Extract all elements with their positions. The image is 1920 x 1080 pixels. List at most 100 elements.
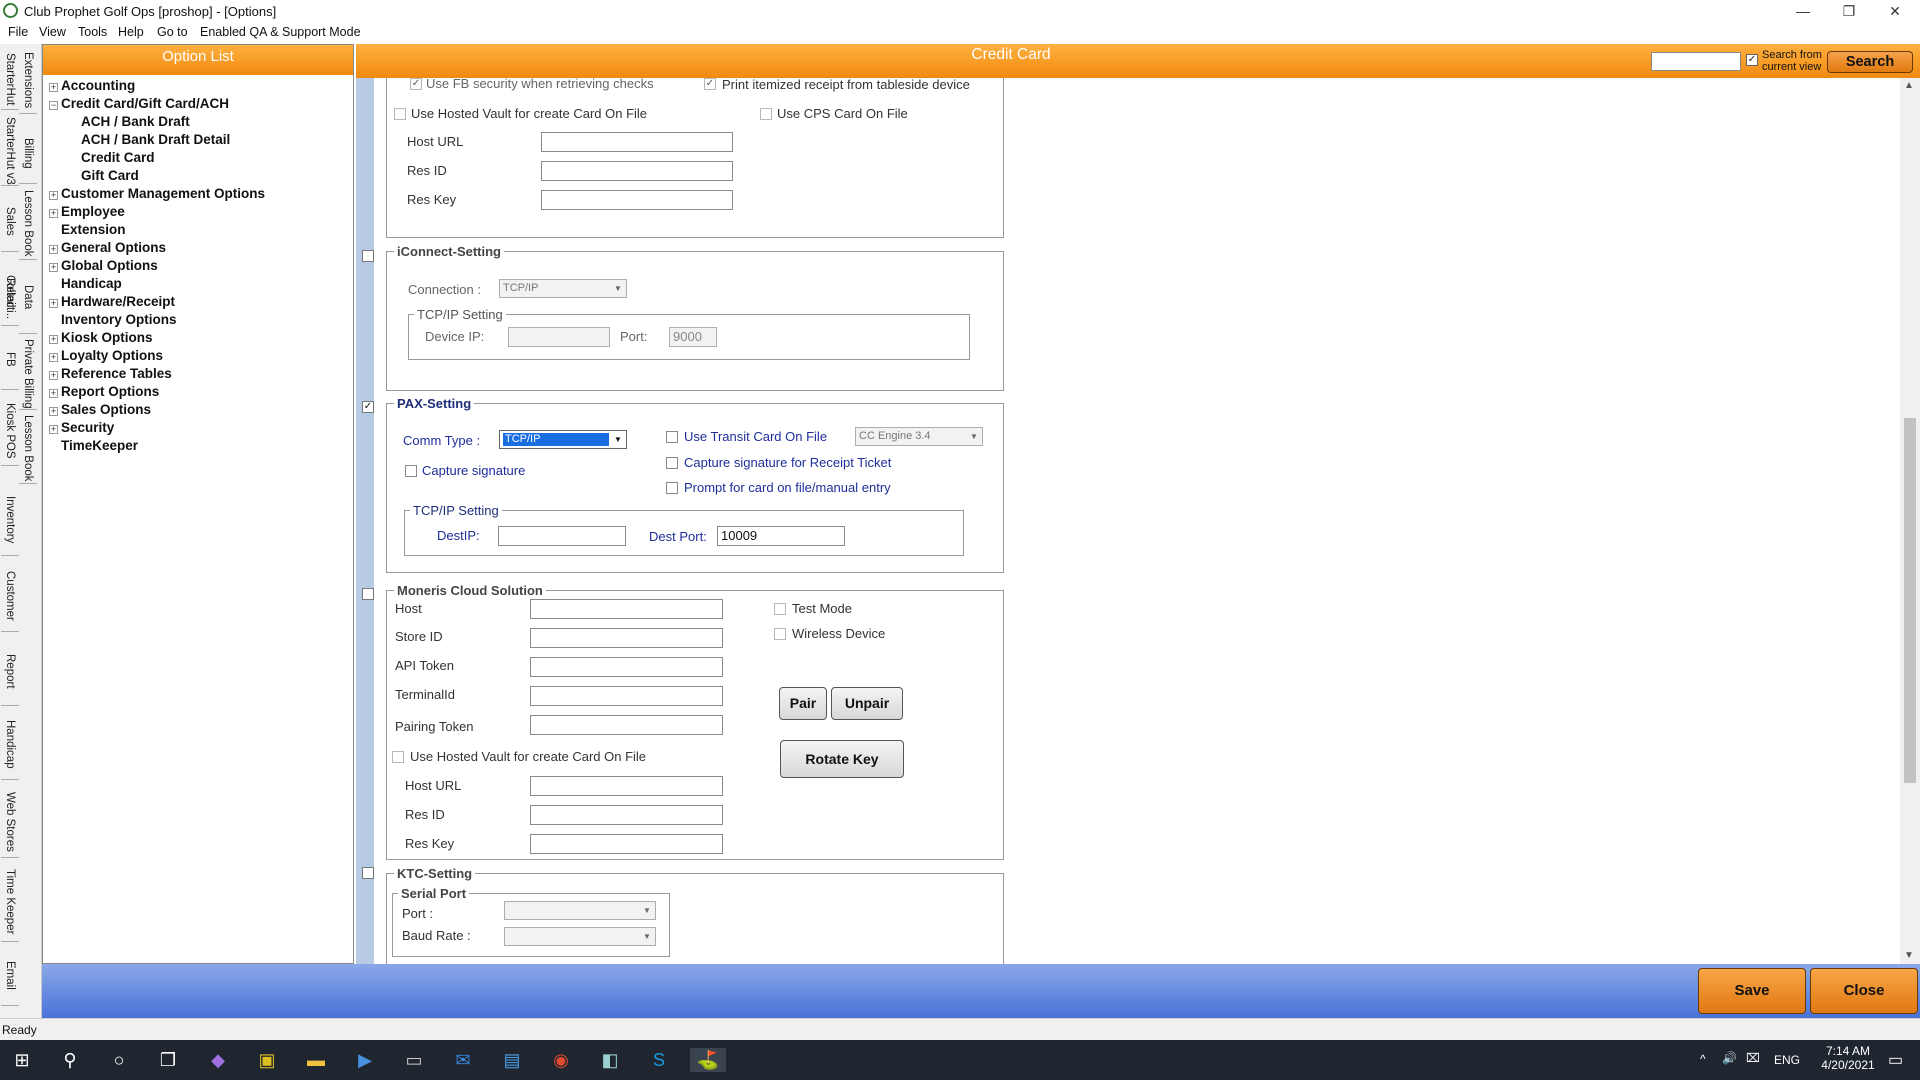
res-key-input[interactable] xyxy=(541,190,733,210)
unpair-button[interactable]: Unpair xyxy=(831,687,903,720)
vtab-fb[interactable]: FB xyxy=(1,330,19,390)
vtab-data-collection[interactable]: Data Collecti.. xyxy=(4,262,37,334)
minimize-button[interactable]: — xyxy=(1780,0,1826,22)
expand-icon[interactable]: + xyxy=(49,209,58,218)
app-icon-notes[interactable]: ◧ xyxy=(598,1048,622,1072)
content-scrollbar[interactable]: ▲ ▼ xyxy=(1900,78,1920,964)
tree-item[interactable]: Loyalty Options xyxy=(61,348,163,363)
expand-icon[interactable]: + xyxy=(49,371,58,380)
menu-view[interactable]: View xyxy=(39,25,66,39)
tree-item[interactable]: Credit Card/Gift Card/ACH xyxy=(61,96,229,111)
restore-button[interactable]: ❐ xyxy=(1826,0,1872,22)
file-explorer-icon[interactable]: ▬ xyxy=(304,1048,328,1072)
tree-item[interactable]: Report Options xyxy=(61,384,159,399)
tree-item[interactable]: Employee xyxy=(61,204,125,219)
expand-icon[interactable]: + xyxy=(49,425,58,434)
vtab-customer[interactable]: Customer xyxy=(1,560,19,632)
volume-icon[interactable]: 🔊 xyxy=(1722,1051,1737,1065)
port-input[interactable]: 9000 xyxy=(669,327,717,347)
vtab-billing[interactable]: Billing xyxy=(19,124,37,184)
moneris-host-url-input[interactable] xyxy=(530,776,723,796)
moneris-res-id-input[interactable] xyxy=(530,805,723,825)
capture-signature-checkbox[interactable] xyxy=(405,465,417,477)
expand-icon[interactable]: + xyxy=(49,299,58,308)
moneris-enable-checkbox[interactable] xyxy=(362,588,374,600)
search-button[interactable]: Search xyxy=(1827,51,1913,73)
menu-goto[interactable]: Go to xyxy=(157,25,188,39)
search-current-view-checkbox[interactable]: ✓ xyxy=(1746,54,1758,66)
tree-item[interactable]: ACH / Bank Draft Detail xyxy=(81,132,230,147)
vtab-report[interactable]: Report xyxy=(1,638,19,706)
comm-type-dropdown[interactable]: TCP/IP ▼ xyxy=(499,430,627,449)
vtab-starterhut-v3[interactable]: StarterHut v3 xyxy=(1,116,19,186)
tree-item[interactable]: Kiosk Options xyxy=(61,330,153,345)
tree-item[interactable]: Customer Management Options xyxy=(61,186,265,201)
tree-item[interactable]: ACH / Bank Draft xyxy=(81,114,190,129)
baud-rate-dropdown[interactable]: ▼ xyxy=(504,927,656,946)
expand-icon[interactable]: + xyxy=(49,83,58,92)
vtab-lesson-book-2[interactable]: Lesson Book xyxy=(19,414,37,484)
tree-item[interactable]: Extension xyxy=(61,222,126,237)
powershell-icon[interactable]: ▶ xyxy=(353,1048,377,1072)
transit-card-checkbox[interactable] xyxy=(666,431,678,443)
chrome-icon[interactable]: ◉ xyxy=(549,1048,573,1072)
vtab-extensions[interactable]: Extensions xyxy=(19,48,37,114)
tree-item[interactable]: Global Options xyxy=(61,258,158,273)
tree-item[interactable]: Sales Options xyxy=(61,402,151,417)
iconnect-enable-checkbox[interactable] xyxy=(362,250,374,262)
scroll-down-icon[interactable]: ▼ xyxy=(1904,950,1914,961)
cc-engine-dropdown[interactable]: CC Engine 3.4 ▼ xyxy=(855,427,983,446)
menu-file[interactable]: File xyxy=(8,25,28,39)
connection-dropdown[interactable]: TCP/IP ▼ xyxy=(499,279,627,298)
expand-icon[interactable]: + xyxy=(49,191,58,200)
search-icon[interactable]: ⚲ xyxy=(58,1048,82,1072)
moneris-res-key-input[interactable] xyxy=(530,834,723,854)
wireless-device-checkbox[interactable] xyxy=(774,628,786,640)
hosted-vault-checkbox[interactable] xyxy=(394,108,406,120)
club-prophet-icon[interactable]: ⛳ xyxy=(690,1048,726,1072)
close-button[interactable]: Close xyxy=(1810,968,1918,1014)
vtab-time-keeper[interactable]: Time Keeper xyxy=(1,862,19,942)
device-ip-input[interactable] xyxy=(508,327,610,347)
tree-item[interactable]: Hardware/Receipt xyxy=(61,294,175,309)
vtab-web-stores[interactable]: Web Stores xyxy=(1,786,19,858)
menu-tools[interactable]: Tools xyxy=(78,25,107,39)
expand-icon[interactable]: + xyxy=(49,407,58,416)
menu-help[interactable]: Help xyxy=(118,25,144,39)
itemized-receipt-checkbox[interactable]: ✓ xyxy=(704,78,716,90)
vtab-inventory[interactable]: Inventory xyxy=(1,484,19,556)
store-id-input[interactable] xyxy=(530,628,723,648)
dest-ip-input[interactable] xyxy=(498,526,626,546)
vtab-private-billing[interactable]: Private Billing xyxy=(19,338,37,410)
skype-icon[interactable]: S xyxy=(647,1048,671,1072)
windows-start-icon[interactable]: ⊞ xyxy=(10,1048,34,1072)
language-indicator[interactable]: ENG xyxy=(1774,1053,1800,1067)
pair-button[interactable]: Pair xyxy=(779,687,827,720)
vtab-handicap[interactable]: Handicap xyxy=(1,710,19,780)
app-icon-tools[interactable]: ▣ xyxy=(255,1048,279,1072)
test-mode-checkbox[interactable] xyxy=(774,603,786,615)
clock[interactable]: 7:14 AM 4/20/2021 xyxy=(1818,1044,1878,1072)
tree-item[interactable]: TimeKeeper xyxy=(61,438,138,453)
host-url-input[interactable] xyxy=(541,132,733,152)
close-window-button[interactable]: ✕ xyxy=(1872,0,1918,22)
moneris-host-input[interactable] xyxy=(530,599,723,619)
vtab-lesson-book[interactable]: Lesson Book xyxy=(19,188,37,260)
cortana-icon[interactable]: ○ xyxy=(107,1048,131,1072)
fb-security-checkbox[interactable]: ✓ xyxy=(410,78,422,90)
ktc-port-dropdown[interactable]: ▼ xyxy=(504,901,656,920)
vtab-email[interactable]: Email xyxy=(1,946,19,1006)
terminal-id-input[interactable] xyxy=(530,686,723,706)
tree-item[interactable]: Reference Tables xyxy=(61,366,172,381)
rotate-key-button[interactable]: Rotate Key xyxy=(780,740,904,778)
scroll-up-icon[interactable]: ▲ xyxy=(1904,80,1914,91)
app-icon-window[interactable]: ▤ xyxy=(500,1048,524,1072)
tray-chevron-icon[interactable]: ^ xyxy=(1700,1052,1706,1066)
tree-item[interactable]: Handicap xyxy=(61,276,122,291)
terminal-icon[interactable]: ▭ xyxy=(402,1048,426,1072)
capture-sig-receipt-checkbox[interactable] xyxy=(666,457,678,469)
tree-item[interactable]: Accounting xyxy=(61,78,135,93)
menu-qa-mode[interactable]: Enabled QA & Support Mode xyxy=(200,25,361,39)
network-icon[interactable]: ⌧ xyxy=(1746,1051,1760,1065)
expand-icon[interactable]: + xyxy=(49,335,58,344)
